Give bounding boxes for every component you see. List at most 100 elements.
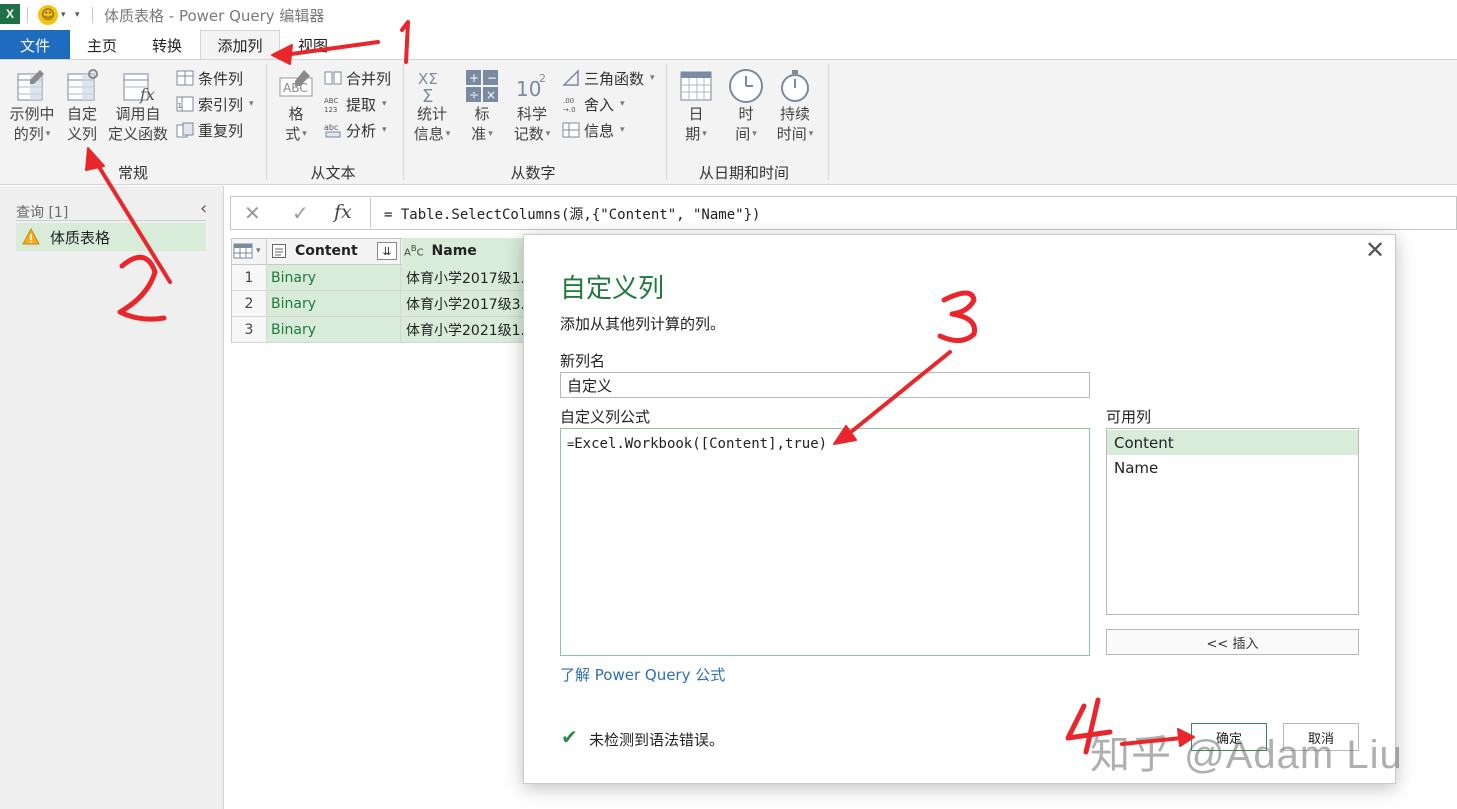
ribbon-group-divider <box>666 64 667 180</box>
time-label-2: 间 ▾ <box>735 125 757 143</box>
calendar-icon <box>680 71 712 101</box>
scientific-label-1: 科学 <box>516 105 547 123</box>
conditional-column-button[interactable]: 条件列 <box>176 67 243 89</box>
table-cell-content[interactable]: Binary <box>267 317 401 343</box>
index-column-icon: 1 <box>176 96 194 112</box>
trigonometry-button[interactable]: 三角函数 ▾ <box>562 67 655 89</box>
tab-home[interactable]: 主页 <box>70 30 134 60</box>
group-label-from-datetime: 从日期和时间 <box>698 164 789 182</box>
svg-text:ABC: ABC <box>324 97 338 105</box>
formula-confirm-icon[interactable]: ✓ <box>292 201 309 225</box>
insert-button[interactable]: << 插入 <box>1106 629 1359 655</box>
expand-column-icon[interactable]: ⇊ <box>377 242 397 260</box>
column-header-name-label: Name <box>431 243 477 259</box>
binary-type-icon <box>272 244 286 258</box>
svg-text:10: 10 <box>516 77 541 101</box>
merge-columns-button[interactable]: 合并列 <box>324 67 391 89</box>
invoke-function-icon: fx <box>123 73 155 104</box>
learn-formulas-link[interactable]: 了解 Power Query 公式 <box>560 664 725 685</box>
duplicate-column-button[interactable]: 重复列 <box>176 119 243 141</box>
information-button[interactable]: 信息 ▾ <box>562 119 625 141</box>
ribbon-group-divider <box>403 64 404 180</box>
query-item[interactable]: 体质表格 <box>16 223 206 251</box>
title-separator <box>92 7 93 23</box>
duration-label-2: 时间 ▾ <box>776 125 814 143</box>
close-icon[interactable]: ✕ <box>1365 236 1385 264</box>
available-column-item[interactable]: Content <box>1107 430 1358 455</box>
table-menu-button[interactable]: ▾ <box>233 240 265 262</box>
queries-divider <box>16 220 206 221</box>
group-label-general: 常规 <box>117 164 148 182</box>
tab-add-column[interactable]: 添加列 <box>200 30 280 60</box>
index-column-label: 索引列 <box>198 95 244 114</box>
rounding-label: 舍入 <box>584 95 615 114</box>
column-from-examples-button[interactable]: 示例中 的列 ▾ <box>6 68 58 144</box>
formula-text: Excel.Workbook([Content],true) <box>574 436 828 452</box>
table-cell-name[interactable]: 体育小学2017级3. <box>401 291 531 317</box>
excel-icon[interactable]: X <box>0 4 20 24</box>
syntax-status: 未检测到语法错误。 <box>589 731 725 749</box>
triangle-icon <box>562 69 579 86</box>
rounding-button[interactable]: .00 →.0 舍入 ▾ <box>562 93 625 115</box>
format-button[interactable]: ABC 格 式 ▾ <box>276 68 316 144</box>
formula-bar-text[interactable]: = Table.SelectColumns(源,{"Content", "Nam… <box>384 204 760 224</box>
date-label-1: 日 <box>688 105 704 123</box>
available-column-item[interactable]: Name <box>1107 455 1358 480</box>
watermark: 知乎 @Adam Liu <box>1090 733 1403 777</box>
collapse-pane-icon[interactable]: ‹ <box>200 198 207 219</box>
svg-text:×: × <box>486 88 496 102</box>
fx-icon[interactable]: fx <box>334 201 352 223</box>
svg-text:→.0: →.0 <box>563 106 576 113</box>
new-column-name-input[interactable]: 自定义 <box>560 372 1090 398</box>
column-header-name[interactable]: ABC Name <box>404 243 477 259</box>
queries-header: 查询 [1] <box>16 205 69 221</box>
date-button[interactable]: 日 期 ▾ <box>676 68 716 144</box>
standard-button[interactable]: + − ÷ × 标 准 ▾ <box>462 68 502 144</box>
table-cell-name[interactable]: 体育小学2017级1. <box>401 265 531 291</box>
row-number: 3 <box>231 317 267 343</box>
custom-column-label-2: 义列 <box>66 125 97 143</box>
table-cell-content[interactable]: Binary <box>267 291 401 317</box>
format-label-1: 格 <box>288 105 304 123</box>
formula-label: 自定义列公式 <box>560 408 651 426</box>
table-cell-content[interactable]: Binary <box>267 265 401 291</box>
duplicate-column-icon <box>176 122 194 138</box>
stopwatch-icon <box>781 70 809 102</box>
smiley-icon[interactable]: ☺ <box>38 5 58 25</box>
scientific-button[interactable]: 10 2 科学 记数 ▾ <box>508 68 556 144</box>
statistics-label-1: 统计 <box>416 105 447 123</box>
invoke-custom-function-button[interactable]: fx 调用自 定义函数 <box>106 68 170 144</box>
time-label-1: 时 <box>738 105 754 123</box>
duration-button[interactable]: 持续 时间 ▾ <box>772 68 818 144</box>
svg-text:fx: fx <box>139 85 155 104</box>
statistics-button[interactable]: XΣ Σ 统计 信息 ▾ <box>410 68 454 144</box>
date-label-2: 期 ▾ <box>685 125 707 143</box>
tab-file[interactable]: 文件 <box>0 30 70 60</box>
quick-access-separator <box>27 7 28 23</box>
duration-label-1: 持续 <box>779 105 810 123</box>
time-button[interactable]: 时 间 ▾ <box>726 68 766 144</box>
queries-pane <box>0 186 224 809</box>
column-header-content[interactable]: Content <box>271 243 358 259</box>
table-cell-name[interactable]: 体育小学2021级1. <box>401 317 531 343</box>
index-column-button[interactable]: 1 索引列 ▾ <box>176 93 254 115</box>
parse-button[interactable]: abc 分析 ▾ <box>324 119 387 141</box>
svg-text:Σ: Σ <box>422 86 433 104</box>
row-number: 2 <box>231 291 267 317</box>
custom-column-formula-input[interactable]: =Excel.Workbook([Content],true) <box>560 428 1090 656</box>
extract-button[interactable]: ABC 123 提取 ▾ <box>324 93 387 115</box>
standard-label-1: 标 <box>474 105 490 123</box>
formula-cancel-icon[interactable]: ✕ <box>244 201 261 225</box>
smiley-dropdown-icon[interactable]: ▾ <box>61 10 66 20</box>
custom-column-icon <box>67 69 98 101</box>
tab-transform[interactable]: 转换 <box>134 30 200 60</box>
table-icon <box>233 243 253 259</box>
checkmark-icon: ✔ <box>561 725 578 749</box>
column-from-examples-icon <box>17 70 44 101</box>
tab-view[interactable]: 视图 <box>280 30 346 60</box>
custom-column-button[interactable]: 自定 义列 <box>62 68 102 144</box>
format-label-2: 式 ▾ <box>285 125 307 143</box>
customize-toolbar-icon[interactable]: ▾ <box>75 10 80 20</box>
ribbon-group-divider <box>266 64 267 180</box>
standard-label-2: 准 ▾ <box>471 125 493 143</box>
